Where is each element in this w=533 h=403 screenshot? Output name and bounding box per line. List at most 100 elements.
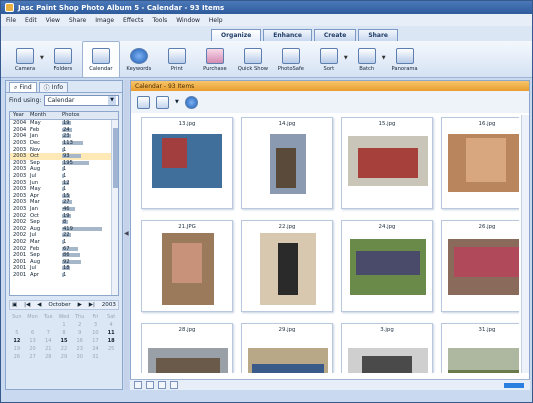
menu-image[interactable]: Image — [95, 17, 114, 24]
prev-month-icon[interactable]: ◀ — [37, 302, 41, 308]
rotate-icon[interactable] — [170, 381, 178, 389]
tab-enhance[interactable]: Enhance — [263, 29, 312, 41]
table-row[interactable]: 2002 Jul 22 — [10, 232, 118, 239]
calendar-day[interactable]: 17 — [88, 338, 104, 344]
collapse-arrow-icon[interactable]: ◀ — [124, 230, 129, 237]
folders-button[interactable]: Folders — [44, 41, 82, 78]
calendar-day[interactable]: 12 — [9, 338, 25, 344]
photo-thumbnail[interactable]: 31.jpg — [441, 323, 519, 373]
photo-thumbnail[interactable]: 16.jpg — [441, 117, 519, 209]
calendar-day[interactable]: 23 — [72, 346, 88, 352]
calendar-day[interactable]: 5 — [9, 330, 25, 336]
tab-create[interactable]: Create — [313, 29, 357, 41]
menu-effects[interactable]: Effects — [123, 17, 143, 24]
calendar-day[interactable]: 30 — [72, 354, 88, 360]
scrollbar-thumb[interactable] — [113, 128, 118, 188]
menu-share[interactable]: Share — [69, 17, 86, 24]
table-row[interactable]: 2001 Jul 18 — [10, 265, 118, 272]
calendar-day[interactable]: 18 — [103, 338, 119, 344]
tab-find[interactable]: ⌕ Find — [9, 82, 37, 92]
photo-thumbnail[interactable]: 24.jpg — [341, 220, 433, 312]
calendar-day[interactable]: 27 — [25, 354, 41, 360]
menu-tools[interactable]: Tools — [152, 17, 167, 24]
calendar-day[interactable]: 3 — [88, 322, 104, 328]
calendar-day[interactable]: 14 — [40, 338, 56, 344]
tab-share[interactable]: Share — [358, 29, 398, 41]
calendar-day[interactable]: 22 — [56, 346, 72, 352]
calendar-day[interactable]: 16 — [72, 338, 88, 344]
save-icon[interactable] — [156, 95, 169, 109]
calendar-day[interactable]: 24 — [88, 346, 104, 352]
column-year[interactable]: Year — [10, 112, 30, 119]
pane-splitter[interactable]: ◀ — [124, 80, 129, 390]
calendar-day[interactable]: 1 — [56, 322, 72, 328]
photo-thumbnail[interactable]: 21.JPG — [141, 220, 233, 312]
select-tool-icon[interactable] — [137, 95, 150, 109]
first-month-icon[interactable]: |◀ — [24, 302, 30, 308]
photo-thumbnail[interactable]: 13.jpg — [141, 117, 233, 209]
panorama-button[interactable]: Panorama — [386, 41, 424, 78]
details-icon[interactable] — [146, 381, 154, 389]
table-row[interactable]: 2001 Apr 1 — [10, 272, 118, 279]
table-row[interactable]: 2002 Sep 8 — [10, 219, 118, 226]
calendar-day[interactable]: 11 — [103, 330, 119, 336]
photo-thumbnail[interactable]: 15.jpg — [341, 117, 433, 209]
table-row[interactable]: 2004 May 19 — [10, 120, 118, 127]
photosafe-button[interactable]: PhotoSafe — [272, 41, 310, 78]
table-row[interactable]: 2003 Jun 12 — [10, 179, 118, 186]
photo-thumbnail[interactable]: 14.jpg — [241, 117, 333, 209]
quick-show-button[interactable]: Quick Show — [234, 41, 272, 78]
calendar-day[interactable]: 8 — [56, 330, 72, 336]
table-scrollbar[interactable] — [111, 120, 118, 295]
table-row[interactable]: 2003 Dec 113 — [10, 140, 118, 147]
column-month[interactable]: Month — [30, 112, 62, 119]
calendar-day[interactable]: 2 — [72, 322, 88, 328]
column-photos[interactable]: Photos — [62, 112, 118, 119]
camera-button[interactable]: Camera — [6, 41, 44, 78]
thumbnail-scrollbar[interactable] — [521, 115, 529, 373]
table-row[interactable]: 2003 Jul 1 — [10, 173, 118, 180]
menu-edit[interactable]: Edit — [25, 17, 37, 24]
table-row[interactable]: 2003 May 1 — [10, 186, 118, 193]
menu-help[interactable]: Help — [209, 17, 223, 24]
calendar-day[interactable]: 13 — [25, 338, 41, 344]
zoom-slider[interactable] — [504, 382, 524, 388]
keywords-button[interactable]: Keywords — [120, 41, 158, 78]
table-row[interactable]: 2003 Oct 93 — [10, 152, 118, 160]
refresh-icon[interactable] — [184, 95, 198, 109]
calendar-day[interactable]: 7 — [40, 330, 56, 336]
calendar-day[interactable]: 10 — [88, 330, 104, 336]
calendar-day[interactable]: 15 — [56, 338, 72, 344]
find-using-select[interactable]: Calendar ▼ — [44, 95, 119, 106]
purchase-button[interactable]: Purchase — [196, 41, 234, 78]
calendar-day[interactable]: 9 — [72, 330, 88, 336]
photo-thumbnail[interactable]: 22.jpg — [241, 220, 333, 312]
calendar-day[interactable]: 25 — [103, 346, 119, 352]
table-row[interactable]: 2003 Aug 1 — [10, 166, 118, 173]
delete-icon[interactable] — [158, 381, 166, 389]
tab-info[interactable]: ⓘ Info — [38, 82, 69, 92]
calendar-button[interactable]: Calendar — [81, 41, 120, 78]
calendar-day[interactable]: 29 — [56, 354, 72, 360]
calendar-day[interactable]: 21 — [40, 346, 56, 352]
menu-view[interactable]: View — [46, 17, 60, 24]
tab-organize[interactable]: Organize — [211, 29, 262, 41]
table-row[interactable]: 2004 Jan 23 — [10, 133, 118, 140]
next-month-icon[interactable]: ▶ — [78, 302, 82, 308]
photo-thumbnail[interactable]: 28.jpg — [141, 323, 233, 373]
photo-thumbnail[interactable]: 26.jpg — [441, 220, 519, 312]
calendar-day[interactable]: 26 — [9, 354, 25, 360]
calendar-day[interactable]: 20 — [25, 346, 41, 352]
calendar-day[interactable]: 19 — [9, 346, 25, 352]
table-row[interactable]: 2002 Mar 1 — [10, 239, 118, 246]
table-row[interactable]: 2002 Oct 19 — [10, 212, 118, 219]
last-month-icon[interactable]: ▶| — [89, 302, 95, 308]
calendar-day[interactable]: 28 — [40, 354, 56, 360]
calendar-day[interactable]: 4 — [103, 322, 119, 328]
save-dropdown-icon[interactable]: ▼ — [175, 99, 179, 105]
table-row[interactable]: 2003 Jan 46 — [10, 206, 118, 213]
menu-file[interactable]: File — [6, 17, 16, 24]
photo-thumbnail[interactable]: 3.jpg — [341, 323, 433, 373]
table-row[interactable]: 2002 Feb 67 — [10, 245, 118, 252]
calendar-day[interactable]: 6 — [25, 330, 41, 336]
